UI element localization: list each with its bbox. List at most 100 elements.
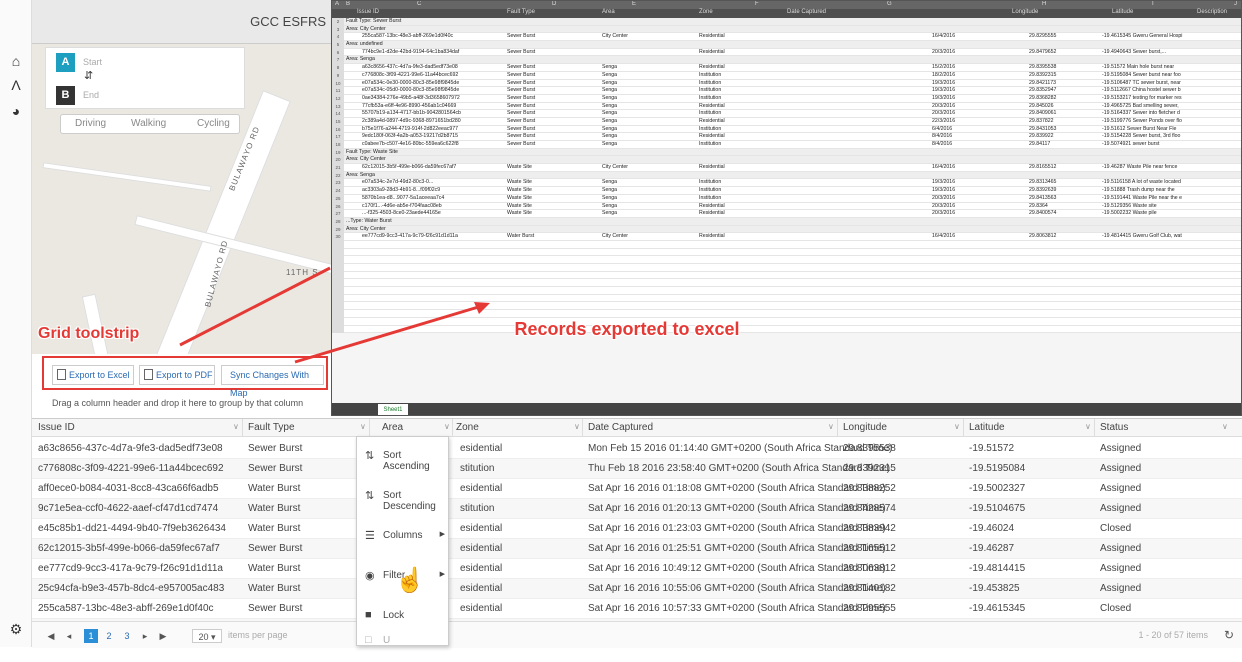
excel-row: 8 a63c8656-437c-4d7a-9fe3-dad5edf73e08 Sew… (332, 64, 1241, 72)
col-menu-icon[interactable]: ∨ (233, 422, 239, 431)
menu-sort-ascending[interactable]: ⇅ Sort Ascending (357, 437, 449, 477)
app-header: GCC ESFRS (32, 0, 332, 44)
cell-longitude: 29.8368282 (1029, 94, 1057, 101)
field-header: Issue ID (357, 9, 380, 15)
next-page-icon[interactable]: ▸ (138, 629, 152, 643)
swap-icon[interactable]: ⇵ (84, 69, 93, 82)
table-row[interactable]: aff0ece0-b084-4031-8cc8-43ca66f6adb5 Wate… (32, 479, 1242, 499)
col-menu-icon[interactable]: ∨ (444, 422, 450, 431)
cell-id: ee777cd9-9cc3-417a-9c79-f26c91d1d11a (362, 233, 458, 240)
cell-latitude: -19.5129356 Waste site (1102, 202, 1157, 209)
table-row[interactable]: ee777cd9-9cc3-417a-9c79-f26c91d1d11a Wate… (32, 559, 1242, 579)
cell-date: Sat Apr 16 2016 10:57:33 GMT+0200 (South… (588, 603, 886, 614)
excel-empty-row (332, 302, 1241, 311)
col-menu-icon[interactable]: ∨ (828, 422, 834, 431)
menu-unlock[interactable]: □ U (357, 622, 449, 662)
excel-row: 20 Area: City Center (332, 156, 1241, 165)
menu-sort-descending[interactable]: ⇅ Sort Descending (357, 477, 449, 517)
layers-icon[interactable]: ◕ (7, 102, 25, 120)
cell-latitude: -19.5195084 Sewer burst near foo (1102, 71, 1181, 78)
cell-area: Senga (602, 71, 618, 78)
cell-status: Assigned (1100, 443, 1142, 454)
excel-empty-row (332, 279, 1241, 288)
col-header-status[interactable]: Status (1100, 422, 1128, 433)
table-row[interactable]: 9c71e5ea-ccf0-4622-aaef-cf47d1cd7474 Wate… (32, 499, 1242, 519)
column-context-menu: ⇅ Sort Ascending ⇅ Sort Descending ☰ Column… (356, 436, 449, 646)
mode-driving[interactable]: Driving (75, 118, 106, 129)
col-menu-icon[interactable]: ∨ (1222, 422, 1228, 431)
page-1[interactable]: 1 (84, 629, 98, 643)
col-header-area[interactable]: Area (382, 422, 403, 433)
page-3[interactable]: 3 (120, 629, 134, 643)
cell-area: Senga (602, 141, 618, 147)
cell-fault: Waste Site (507, 179, 532, 186)
row-number (332, 264, 344, 272)
cell-latitude: -19.5154228 Sewer burst, 3rd floo (1102, 133, 1181, 140)
cell-latitude: -19.453825 (969, 583, 1020, 594)
excel-field-row: Issue ID Fault Type Area Zone Date Captu… (332, 9, 1241, 18)
col-header-latitude[interactable]: Latitude (969, 422, 1005, 433)
refresh-icon[interactable]: ↻ (1224, 628, 1234, 642)
prev-page-icon[interactable]: ◂ (62, 629, 76, 643)
col-menu-icon[interactable]: ∨ (360, 422, 366, 431)
col-separator (242, 419, 243, 437)
sync-button[interactable]: Sync Changes With Map (221, 365, 324, 398)
home-icon[interactable]: ⌂ (7, 52, 25, 70)
cell-zone: esidential (460, 583, 503, 594)
col-letter: I (1152, 1, 1154, 7)
cell-status: Assigned (1100, 563, 1142, 574)
cell-latitude: -19.51572 (969, 443, 1015, 454)
row-number: 8 (332, 64, 344, 72)
mode-cycling[interactable]: Cycling (197, 118, 230, 129)
mode-walking[interactable]: Walking (131, 118, 166, 129)
directions-icon[interactable]: Λ (7, 76, 25, 94)
export-excel-label: Export to Excel (69, 370, 130, 380)
col-header-longitude[interactable]: Longitude (843, 422, 887, 433)
start-input[interactable]: Start (83, 57, 102, 67)
left-toolbar: ⌂ Λ ◕ ⚙ (0, 0, 32, 647)
cell-area: City Center (602, 33, 628, 40)
menu-label: Columns (383, 530, 423, 541)
row-number: 30 (332, 233, 344, 241)
export-pdf-button[interactable]: Export to PDF (139, 365, 215, 385)
table-row[interactable]: 25c94cfa-b9e3-457b-8dc4-e957005ac483 Wate… (32, 579, 1242, 599)
table-row[interactable]: 62c12015-3b5f-499e-b066-da59fec67af7 Sewe… (32, 539, 1242, 559)
col-header-issue-id[interactable]: Issue ID (38, 422, 75, 433)
page-size-select[interactable]: 20 ▾ (192, 629, 222, 643)
table-row[interactable]: c776808c-3f09-4221-99e6-11a44bcec692 Sewe… (32, 459, 1242, 479)
cell-date: Sat Apr 16 2016 01:25:51 GMT+0200 (South… (588, 543, 886, 554)
cell-fault: Sewer Burst (507, 110, 536, 117)
last-page-icon[interactable]: ▶ (156, 629, 170, 643)
col-header-fault-type[interactable]: Fault Type (248, 422, 295, 433)
cell-latitude: -19.51572 Main hole burst near (1102, 64, 1175, 71)
col-header-date[interactable]: Date Captured (588, 422, 653, 433)
toolstrip-annotation: Grid toolstrip (38, 325, 140, 342)
table-row[interactable]: e45c85b1-dd21-4494-9b40-7f9eb3626434 Wate… (32, 519, 1242, 539)
sheet-tab[interactable]: Sheet1 (378, 404, 408, 415)
settings-icon[interactable]: ⚙ (7, 620, 25, 638)
end-input[interactable]: End (83, 90, 99, 100)
cell-date: 22/3/2016 (932, 117, 956, 124)
cell-date: 8/4/2016 (932, 133, 953, 140)
cell-area: Senga (602, 133, 618, 140)
menu-columns[interactable]: ☰ Columns ▶ (357, 517, 449, 557)
cell-latitude: -19.46287 Waste Pile near fence (1102, 164, 1178, 171)
table-row[interactable]: a63c8656-437c-4d7a-9fe3-dad5edf73e08 Sewe… (32, 439, 1242, 459)
col-menu-icon[interactable]: ∨ (954, 422, 960, 431)
cell-latitude: -19.5106487 TC sewer burst, near (1102, 79, 1181, 86)
cell-area: Senga (602, 194, 618, 201)
col-letter: B (346, 1, 351, 7)
cell-latitude: -19.51888 Trash dump near the (1102, 187, 1175, 194)
page-2[interactable]: 2 (102, 629, 116, 643)
excel-row: 24 ac3303a9-28d3-4b91-8...f09f02c9 Waste S… (332, 187, 1241, 195)
col-menu-icon[interactable]: ∨ (574, 422, 580, 431)
cell-fault: Sewer Burst (507, 71, 536, 78)
col-menu-icon[interactable]: ∨ (1085, 422, 1091, 431)
table-row[interactable]: 255ca587-13bc-48e3-abff-269e1d0f40c Sewer… (32, 599, 1242, 619)
export-excel-button[interactable]: Export to Excel (52, 365, 134, 385)
col-header-zone[interactable]: Zone (456, 422, 479, 433)
group-drop-hint[interactable]: Drag a column header and drop it here to… (52, 398, 303, 408)
cell-fault: Waste Site (507, 194, 532, 201)
first-page-icon[interactable]: ◀ (44, 629, 58, 643)
cell-fault: Waste Site (507, 210, 532, 217)
